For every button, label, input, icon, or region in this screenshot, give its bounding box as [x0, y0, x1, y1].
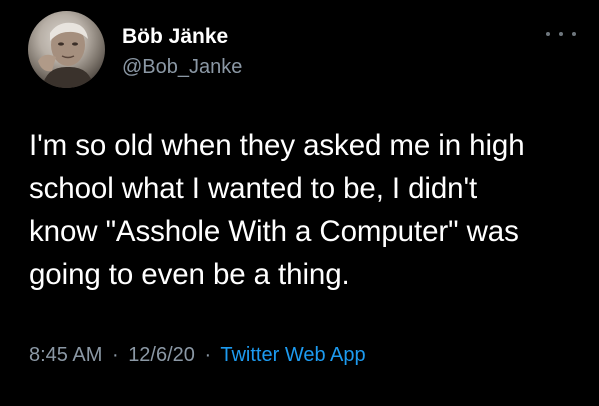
tweet-text-line: know "Asshole With a Computer" was	[29, 215, 519, 248]
tweet-text-line: school what I wanted to be, I didn't	[29, 172, 478, 205]
tweet-source-link[interactable]: Twitter Web App	[220, 344, 365, 366]
meta-separator: ·	[111, 344, 119, 366]
meta-separator: ·	[204, 344, 212, 366]
tweet-text-line: I'm so old when they asked me in high	[29, 129, 525, 162]
more-options-button[interactable]	[546, 27, 576, 41]
display-name[interactable]: Böb Jänke	[122, 24, 228, 50]
more-icon	[546, 32, 550, 36]
tweet-text-line: going to even be a thing.	[29, 258, 350, 291]
tweet-date[interactable]: 12/6/20	[128, 344, 195, 366]
avatar[interactable]	[28, 11, 105, 88]
tweet-time[interactable]: 8:45 AM	[29, 344, 102, 366]
tweet-meta: 8:45 AM · 12/6/20 · Twitter Web App	[29, 342, 366, 368]
user-handle[interactable]: @Bob_Janke	[122, 55, 242, 79]
tweet-card: Böb Jänke @Bob_Janke I'm so old when the…	[0, 0, 599, 406]
more-icon	[559, 32, 563, 36]
avatar-photo-icon	[38, 22, 94, 88]
more-icon	[572, 32, 576, 36]
tweet-text: I'm so old when they asked me in high sc…	[29, 124, 589, 296]
